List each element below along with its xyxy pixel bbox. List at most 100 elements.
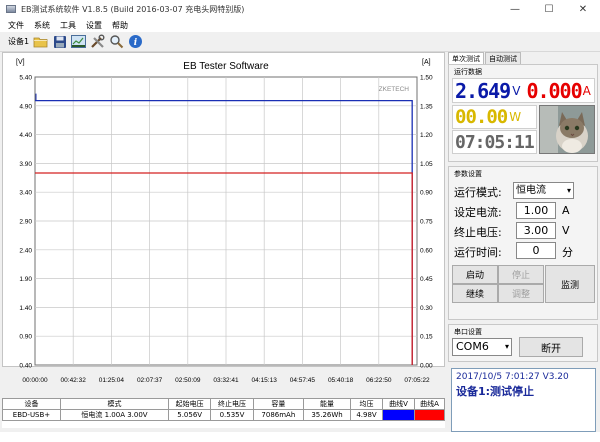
chevron-down-icon: ▾ [566,186,571,195]
x-tick-label: 00:00:00 [22,377,48,384]
right-tick-label: 1.05 [420,161,433,168]
save-icon[interactable] [51,34,68,50]
x-tick-label: 01:25:04 [99,377,125,384]
left-tick-label: 1.90 [19,276,32,283]
curve-v-color[interactable] [382,409,415,421]
results-table-area: 设备 模式 起始电压 终止电压 容量 能量 均压 曲线V 曲线A EBD-USB… [2,398,445,428]
mode-select[interactable]: 恒电流 ▾ [513,182,574,199]
cell-end-voltage: 0.535V [210,409,254,421]
tab-single-test[interactable]: 单次测试 [448,52,484,64]
stop-voltage-unit: V [562,224,570,237]
run-time-label: 运行时间: [454,246,502,259]
x-axis-ticks: 00:00:00 00:42:32 01:25:04 02:07:37 02:50:09… [22,377,430,384]
left-tick-label: 4.90 [19,103,32,110]
left-tick-label: 3.40 [19,190,32,197]
col-start-voltage: 起始电压 [167,398,212,410]
cell-mode: 恒电流 1.00A 3.00V [60,409,169,421]
menu-system[interactable]: 系统 [34,20,50,31]
open-folder-icon[interactable] [32,34,49,50]
left-tick-label: 0.40 [19,363,32,369]
tab-auto-test[interactable]: 自动测试 [485,52,521,64]
device-selector[interactable]: 设备1 [8,36,29,47]
menu-tools[interactable]: 工具 [60,20,76,31]
right-axis-unit: [A] [422,59,431,66]
taskbar-strip [0,432,600,442]
right-tick-label: 1.35 [420,103,433,110]
current-unit: A [582,83,591,98]
tools-icon[interactable] [89,34,106,50]
power-unit: W [509,110,522,124]
window-controls: — ☐ ✕ [498,0,600,18]
x-tick-label: 00:42:32 [61,377,87,384]
cat-photo [539,105,595,154]
x-tick-label: 03:32:41 [213,377,239,384]
cell-capacity: 7086mAh [252,409,305,421]
cell-avg-voltage: 4.98V [350,409,383,421]
stop-voltage-label: 终止电压: [454,226,502,239]
x-tick-label: 02:50:09 [175,377,201,384]
left-tick-label: 4.40 [19,132,32,139]
x-tick-label: 05:40:18 [328,377,354,384]
right-tick-label: 0.60 [420,247,433,254]
menu-file[interactable]: 文件 [8,20,24,31]
cell-energy: 35.26Wh [303,409,352,421]
left-axis-unit: [V] [16,59,25,66]
right-tick-label: 0.30 [420,305,433,312]
minimize-button[interactable]: — [498,0,532,18]
stop-voltage-input[interactable]: 3.00 [516,222,556,239]
maximize-button[interactable]: ☐ [532,0,566,18]
title-bar: EB测试系统软件 V1.8.5 (Build 2016-03-07 充电头网特别… [0,0,600,18]
chart-icon[interactable] [70,34,87,50]
adjust-button[interactable]: 调整 [498,284,544,303]
app-icon [6,5,16,13]
monitor-button[interactable]: 监测 [545,265,595,303]
col-avg-voltage: 均压 [350,398,383,410]
set-current-unit: A [562,204,570,217]
toolbar: 设备1 i [0,32,600,52]
run-time-input[interactable]: 0 [516,242,556,259]
search-icon[interactable] [108,34,125,50]
left-tick-label: 3.90 [19,161,32,168]
port-select[interactable]: COM6 ▾ [452,338,512,356]
menu-help[interactable]: 帮助 [112,20,128,31]
cell-device: EBD-USB+ [2,409,61,421]
disconnect-button[interactable]: 断开 [519,337,583,357]
voltage-unit: V [512,83,521,98]
x-tick-label: 04:57:45 [290,377,316,384]
stop-button[interactable]: 停止 [498,265,544,284]
x-tick-label: 02:07:37 [137,377,163,384]
right-tick-label: 0.45 [420,276,433,283]
readout-power: 00.00 W [452,105,537,129]
current-readout: 0.000 [526,78,582,103]
start-button[interactable]: 启动 [452,265,498,284]
serial-group: 串口设置 COM6 ▾ 断开 [448,324,598,362]
power-readout: 00.00 [455,106,508,128]
col-energy: 能量 [303,398,352,410]
svg-text:i: i [134,38,138,48]
menu-settings[interactable]: 设置 [86,20,102,31]
left-tick-label: 2.90 [19,219,32,226]
set-current-label: 设定电流: [454,206,502,219]
left-tick-label: 0.90 [19,334,32,341]
time-readout: 07:05:11 [455,131,535,153]
panel-tabs: 单次测试 自动测试 [448,52,522,64]
table-row[interactable]: EBD-USB+ 恒电流 1.00A 3.00V 5.056V 0.535V 7… [2,409,445,421]
right-tick-label: 0.75 [420,219,433,226]
info-icon[interactable]: i [127,34,144,50]
menu-bar: 文件 系统 工具 设置 帮助 [0,18,600,32]
close-button[interactable]: ✕ [566,0,600,18]
right-tick-label: 0.90 [420,190,433,197]
chart-watermark: ZKETECH [379,86,410,93]
x-axis: 00:00:00 00:42:32 01:25:04 02:07:37 02:50:09… [22,377,430,384]
set-current-input[interactable]: 1.00 [516,202,556,219]
col-curve-v: 曲线V [382,398,415,410]
params-group: 参数设置 运行模式: 恒电流 ▾ 设定电流: 1.00 A 终止电压: 3.00… [448,166,598,320]
run-data-label: 运行数据 [453,67,483,77]
continue-button[interactable]: 继续 [452,284,498,303]
curve-a-color[interactable] [414,409,445,421]
mode-label: 运行模式: [454,186,502,199]
status-message: 设备1:测试停止 [456,385,535,398]
chart-panel: EB Tester Software [V] [A] 5.40 4.90 4.40 3… [2,52,445,384]
serial-label: 串口设置 [453,327,483,337]
right-tick-label: 0.00 [420,363,433,369]
